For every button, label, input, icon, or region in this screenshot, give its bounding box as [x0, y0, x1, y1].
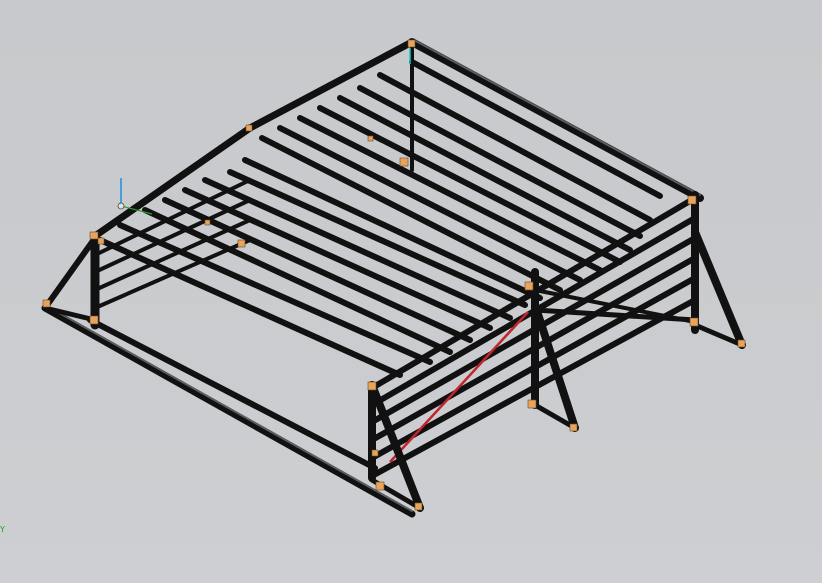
joint	[204, 219, 211, 226]
joint	[569, 423, 578, 432]
base-frame	[41, 233, 416, 518]
joint	[527, 399, 537, 409]
world-axis-label: Y	[0, 525, 5, 534]
joint	[399, 157, 409, 167]
joint	[524, 281, 534, 291]
joint	[237, 239, 246, 248]
joint	[414, 502, 423, 511]
joint	[97, 237, 105, 245]
joint	[89, 231, 99, 240]
rail-6	[277, 125, 583, 283]
joint	[89, 315, 99, 325]
joint	[367, 381, 377, 391]
world-axis-indicator: Y	[0, 525, 5, 534]
joint	[407, 39, 416, 48]
origin-icon	[117, 202, 125, 210]
cad-3d-viewport[interactable]: Y	[0, 0, 822, 583]
left-brace	[42, 235, 98, 311]
joint	[689, 317, 699, 327]
left-end-panel	[93, 178, 252, 310]
base-beam-front-left	[41, 304, 416, 518]
joint	[375, 481, 385, 491]
base-beam-front-left-edge	[44, 304, 413, 512]
joint	[737, 339, 746, 348]
joint	[687, 195, 697, 205]
left-panel-bar-2	[93, 198, 252, 274]
joint	[245, 124, 253, 132]
rail-14	[117, 222, 433, 365]
front-end-panel	[368, 191, 746, 512]
left-panel-bar-3	[93, 218, 252, 292]
joint	[367, 135, 374, 142]
joint	[42, 299, 51, 308]
frame-model[interactable]: Y	[0, 0, 822, 583]
joint	[371, 449, 379, 457]
